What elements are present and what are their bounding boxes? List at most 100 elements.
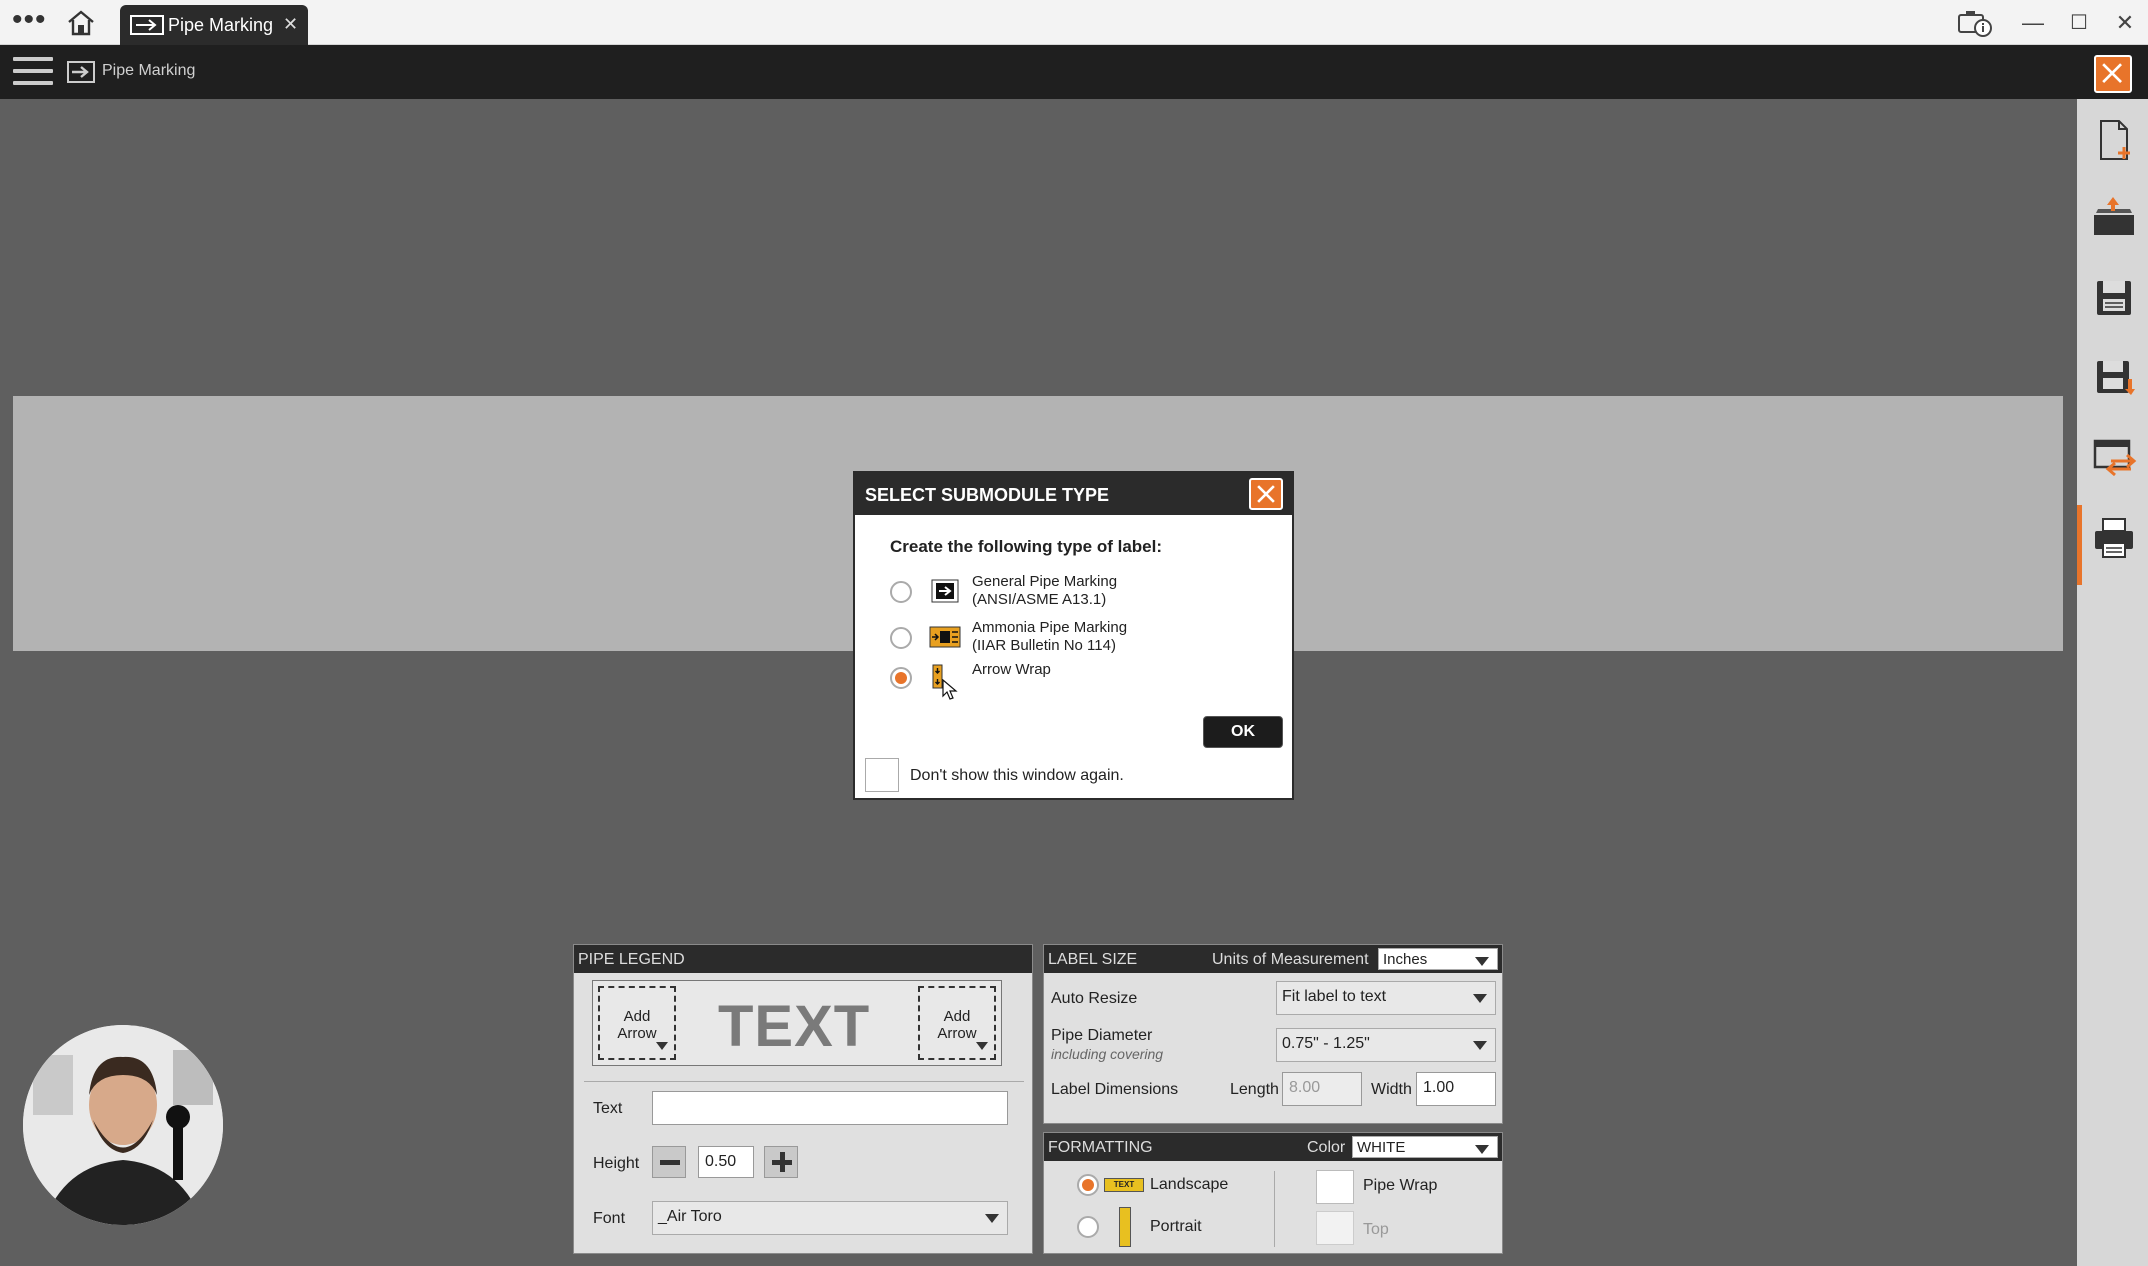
radio-general-pipe-marking[interactable] <box>890 581 912 603</box>
units-label: Units of Measurement <box>1212 951 1369 968</box>
right-toolbar <box>2077 99 2148 1266</box>
select-submodule-dialog: SELECT SUBMODULE TYPE Create the followi… <box>853 471 1294 800</box>
ammonia-pipe-marking-icon <box>929 626 961 648</box>
auto-resize-select[interactable]: Fit label to text <box>1276 981 1496 1015</box>
close-module-button[interactable] <box>2094 55 2132 93</box>
webcam-overlay <box>23 1025 223 1225</box>
top-checkbox[interactable] <box>1316 1211 1354 1245</box>
units-select[interactable]: Inches <box>1378 948 1498 970</box>
mouse-cursor-icon <box>942 679 958 700</box>
portrait-icon <box>1119 1207 1131 1247</box>
dont-show-checkbox[interactable] <box>865 758 899 792</box>
chevron-down-icon <box>1475 1145 1489 1154</box>
add-arrow-left-button[interactable]: Add Arrow <box>598 986 676 1060</box>
label-size-title: LABEL SIZE <box>1048 951 1138 968</box>
module-title: Pipe Marking <box>102 62 196 79</box>
text-label: Text <box>593 1100 623 1117</box>
dont-show-label: Don't show this window again. <box>910 767 1124 784</box>
pipe-wrap-label: Pipe Wrap <box>1363 1177 1438 1194</box>
camera-info-icon[interactable] <box>1957 8 1993 38</box>
portrait-radio[interactable] <box>1077 1216 1099 1238</box>
module-bar: Pipe Marking <box>0 45 2148 99</box>
pipe-legend-title: PIPE LEGEND <box>578 951 685 968</box>
chevron-down-icon <box>985 1214 999 1223</box>
font-select[interactable]: _Air Toro <box>652 1201 1008 1235</box>
pipe-diameter-sublabel: including covering <box>1051 1046 1164 1062</box>
label-dimensions-label: Label Dimensions <box>1051 1081 1179 1098</box>
legend-text-input[interactable] <box>652 1091 1008 1125</box>
hamburger-menu-icon[interactable] <box>13 57 53 87</box>
pipe-marking-tab-icon <box>130 15 164 35</box>
width-input[interactable]: 1.00 <box>1416 1072 1496 1106</box>
tab-label: Pipe Marking <box>168 15 274 35</box>
minimize-button[interactable]: — <box>2018 8 2048 38</box>
home-icon[interactable] <box>66 10 96 36</box>
length-input[interactable]: 8.00 <box>1282 1072 1362 1106</box>
presenter-video-icon <box>23 1025 223 1225</box>
pipe-diameter-label: Pipe Diameter <box>1051 1027 1153 1044</box>
toolbar-accent <box>2077 505 2082 585</box>
length-label: Length <box>1230 1081 1279 1098</box>
pipe-legend-header: PIPE LEGEND <box>574 945 1032 973</box>
chevron-down-icon <box>656 1042 668 1050</box>
print-icon[interactable] <box>2091 515 2137 561</box>
option-arrow-wrap-label: Arrow Wrap <box>972 661 1051 678</box>
maximize-button[interactable]: ☐ <box>2064 8 2094 38</box>
formatting-title: FORMATTING <box>1048 1139 1153 1156</box>
legend-preview-text: TEXT <box>718 994 871 1059</box>
option-general-pipe-marking[interactable]: General Pipe Marking (ANSI/ASME A13.1) <box>890 573 1270 609</box>
label-size-panel: LABEL SIZE Units of Measurement Inches A… <box>1043 944 1503 1124</box>
legend-divider <box>584 1081 1024 1082</box>
tab-close-icon[interactable]: ✕ <box>283 14 298 35</box>
new-file-icon[interactable] <box>2091 117 2137 163</box>
label-size-header: LABEL SIZE Units of Measurement Inches <box>1044 945 1502 973</box>
option-ammonia-pipe-marking[interactable]: Ammonia Pipe Marking (IIAR Bulletin No 1… <box>890 619 1270 655</box>
dialog-prompt: Create the following type of label: <box>890 537 1163 556</box>
legend-preview: Add Arrow TEXT Add Arrow <box>592 980 1002 1066</box>
formatting-divider <box>1274 1171 1275 1247</box>
formatting-header: FORMATTING Color WHITE <box>1044 1133 1502 1161</box>
height-input[interactable]: 0.50 <box>698 1146 754 1178</box>
dialog-header: SELECT SUBMODULE TYPE <box>855 473 1292 515</box>
radio-ammonia-pipe-marking[interactable] <box>890 627 912 649</box>
option-arrow-wrap[interactable]: Arrow Wrap <box>890 659 1270 700</box>
option-ammonia-label: Ammonia Pipe Marking (IIAR Bulletin No 1… <box>972 619 1128 654</box>
radio-arrow-wrap[interactable] <box>890 667 912 689</box>
height-decrease-button[interactable] <box>652 1146 686 1178</box>
formatting-panel: FORMATTING Color WHITE TEXT Landscape Po… <box>1043 1132 1503 1254</box>
pipe-diameter-select[interactable]: 0.75" - 1.25" <box>1276 1028 1496 1062</box>
chevron-down-icon <box>976 1042 988 1050</box>
open-folder-icon[interactable] <box>2091 195 2137 241</box>
dialog-close-button[interactable] <box>1249 478 1283 510</box>
landscape-icon: TEXT <box>1104 1178 1144 1192</box>
pipe-wrap-checkbox[interactable] <box>1316 1170 1354 1204</box>
add-arrow-right-button[interactable]: Add Arrow <box>918 986 996 1060</box>
chevron-down-icon <box>1473 994 1487 1003</box>
pipe-legend-panel: PIPE LEGEND Add Arrow TEXT Add Arrow Tex… <box>573 944 1033 1254</box>
import-export-icon[interactable] <box>2091 435 2137 481</box>
height-increase-button[interactable] <box>764 1146 798 1178</box>
more-options-icon[interactable]: ••• <box>12 5 47 35</box>
portrait-label: Portrait <box>1150 1218 1202 1235</box>
tab-pipe-marking[interactable]: Pipe Marking ✕ <box>120 5 308 45</box>
color-label: Color <box>1307 1139 1346 1156</box>
color-select[interactable]: WHITE <box>1352 1136 1498 1158</box>
chevron-down-icon <box>1475 957 1489 966</box>
auto-resize-label: Auto Resize <box>1051 990 1138 1007</box>
pipe-marking-module-icon <box>67 61 95 83</box>
close-window-button[interactable]: ✕ <box>2110 8 2140 38</box>
option-general-label: General Pipe Marking (ANSI/ASME A13.1) <box>972 573 1118 608</box>
save-as-icon[interactable] <box>2091 355 2137 401</box>
general-pipe-marking-icon <box>931 579 959 603</box>
window-titlebar: ••• Pipe Marking ✕ — ☐ ✕ <box>0 0 2148 45</box>
height-label: Height <box>593 1155 640 1172</box>
landscape-label: Landscape <box>1150 1176 1229 1193</box>
top-label: Top <box>1363 1221 1389 1238</box>
dialog-title: SELECT SUBMODULE TYPE <box>865 485 1110 505</box>
font-label: Font <box>593 1210 626 1227</box>
landscape-radio[interactable] <box>1077 1174 1099 1196</box>
ok-button[interactable]: OK <box>1203 716 1283 748</box>
chevron-down-icon <box>1473 1041 1487 1050</box>
save-icon[interactable] <box>2091 275 2137 321</box>
width-label: Width <box>1371 1081 1412 1098</box>
